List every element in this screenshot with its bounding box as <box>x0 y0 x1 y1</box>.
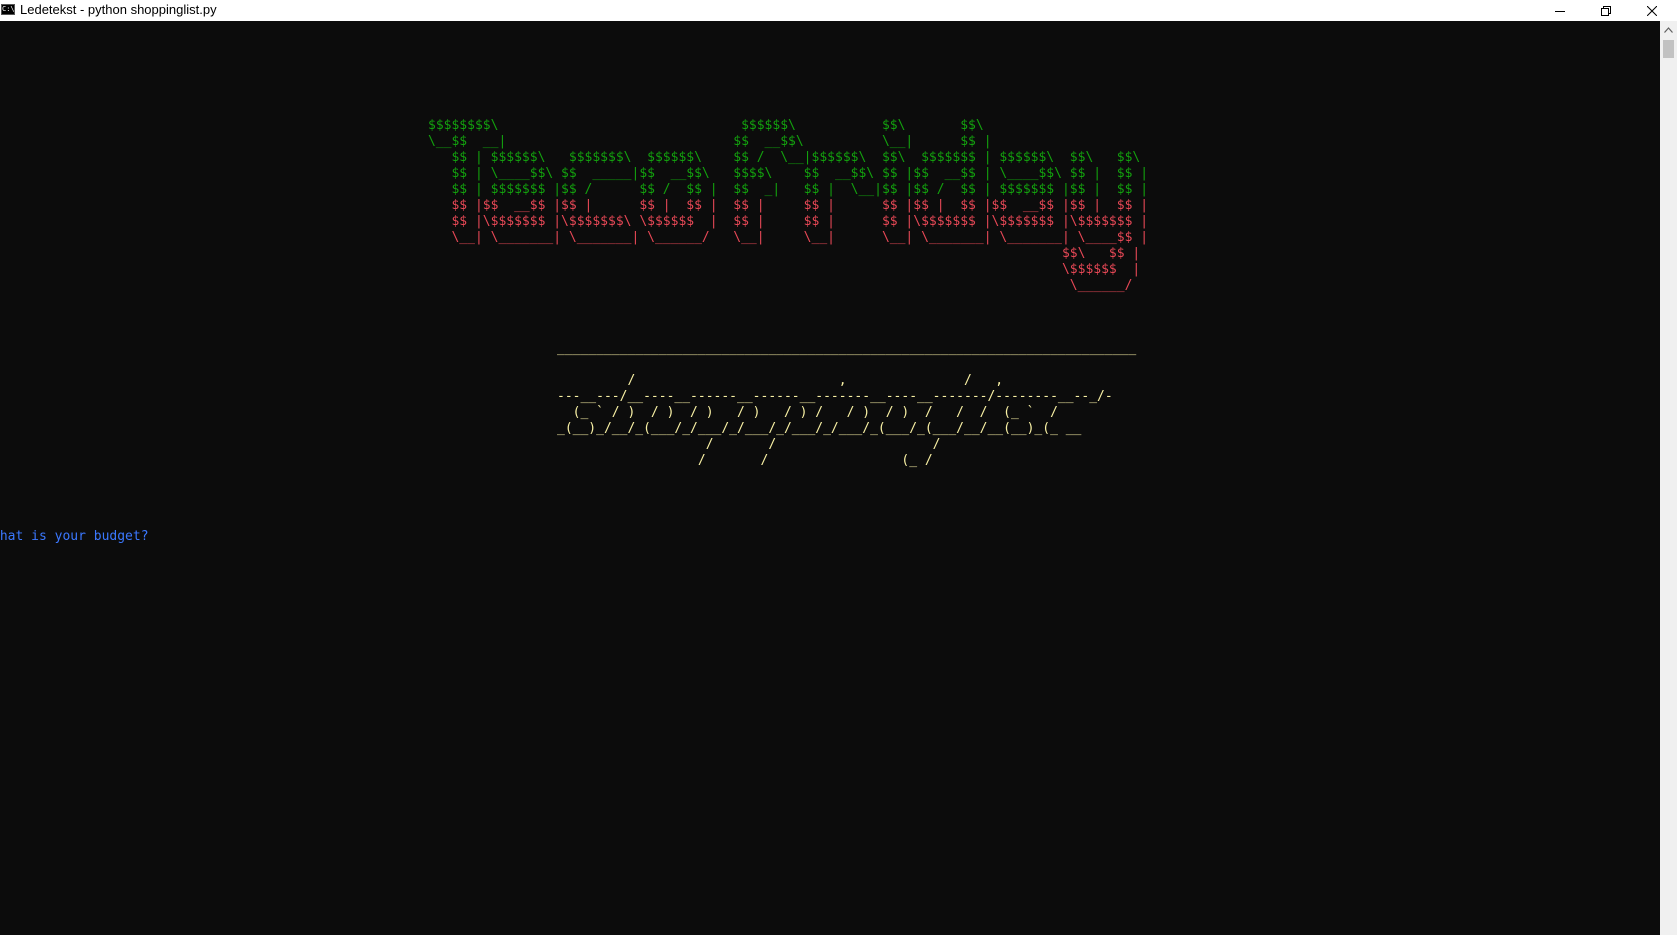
ascii-title-banner-bottom: $$ |$$ __$$ |$$ | $$ | $$ | $$ | $$ | $$… <box>451 198 1149 293</box>
close-icon <box>1647 5 1657 16</box>
console-output[interactable]: $$$$$$$$\ $$$$$$\ $$\ $$\ \__$$ __| $$ _… <box>0 21 1660 935</box>
budget-prompt: What is your budget? <box>0 529 149 544</box>
restore-icon <box>1601 5 1611 16</box>
restore-button[interactable] <box>1583 0 1629 21</box>
title-bar[interactable]: C:\ Ledetekst - python shoppinglist.py <box>0 0 1677 21</box>
close-button[interactable] <box>1629 0 1675 21</box>
vertical-scrollbar[interactable] <box>1660 21 1677 935</box>
scroll-up-button[interactable] <box>1660 21 1677 38</box>
window-title: Ledetekst - python shoppinglist.py <box>20 2 217 17</box>
minimize-button[interactable] <box>1537 0 1583 21</box>
ascii-title-banner-top: $$$$$$$$\ $$$$$$\ $$\ $$\ \__$$ __| $$ _… <box>428 118 1149 197</box>
ascii-shopping-list-banner: ________________________________________… <box>557 341 1137 468</box>
minimize-icon <box>1555 10 1565 12</box>
scrollbar-thumb[interactable] <box>1663 40 1674 58</box>
cmd-icon: C:\ <box>1 4 15 15</box>
chevron-up-icon <box>1664 26 1673 33</box>
